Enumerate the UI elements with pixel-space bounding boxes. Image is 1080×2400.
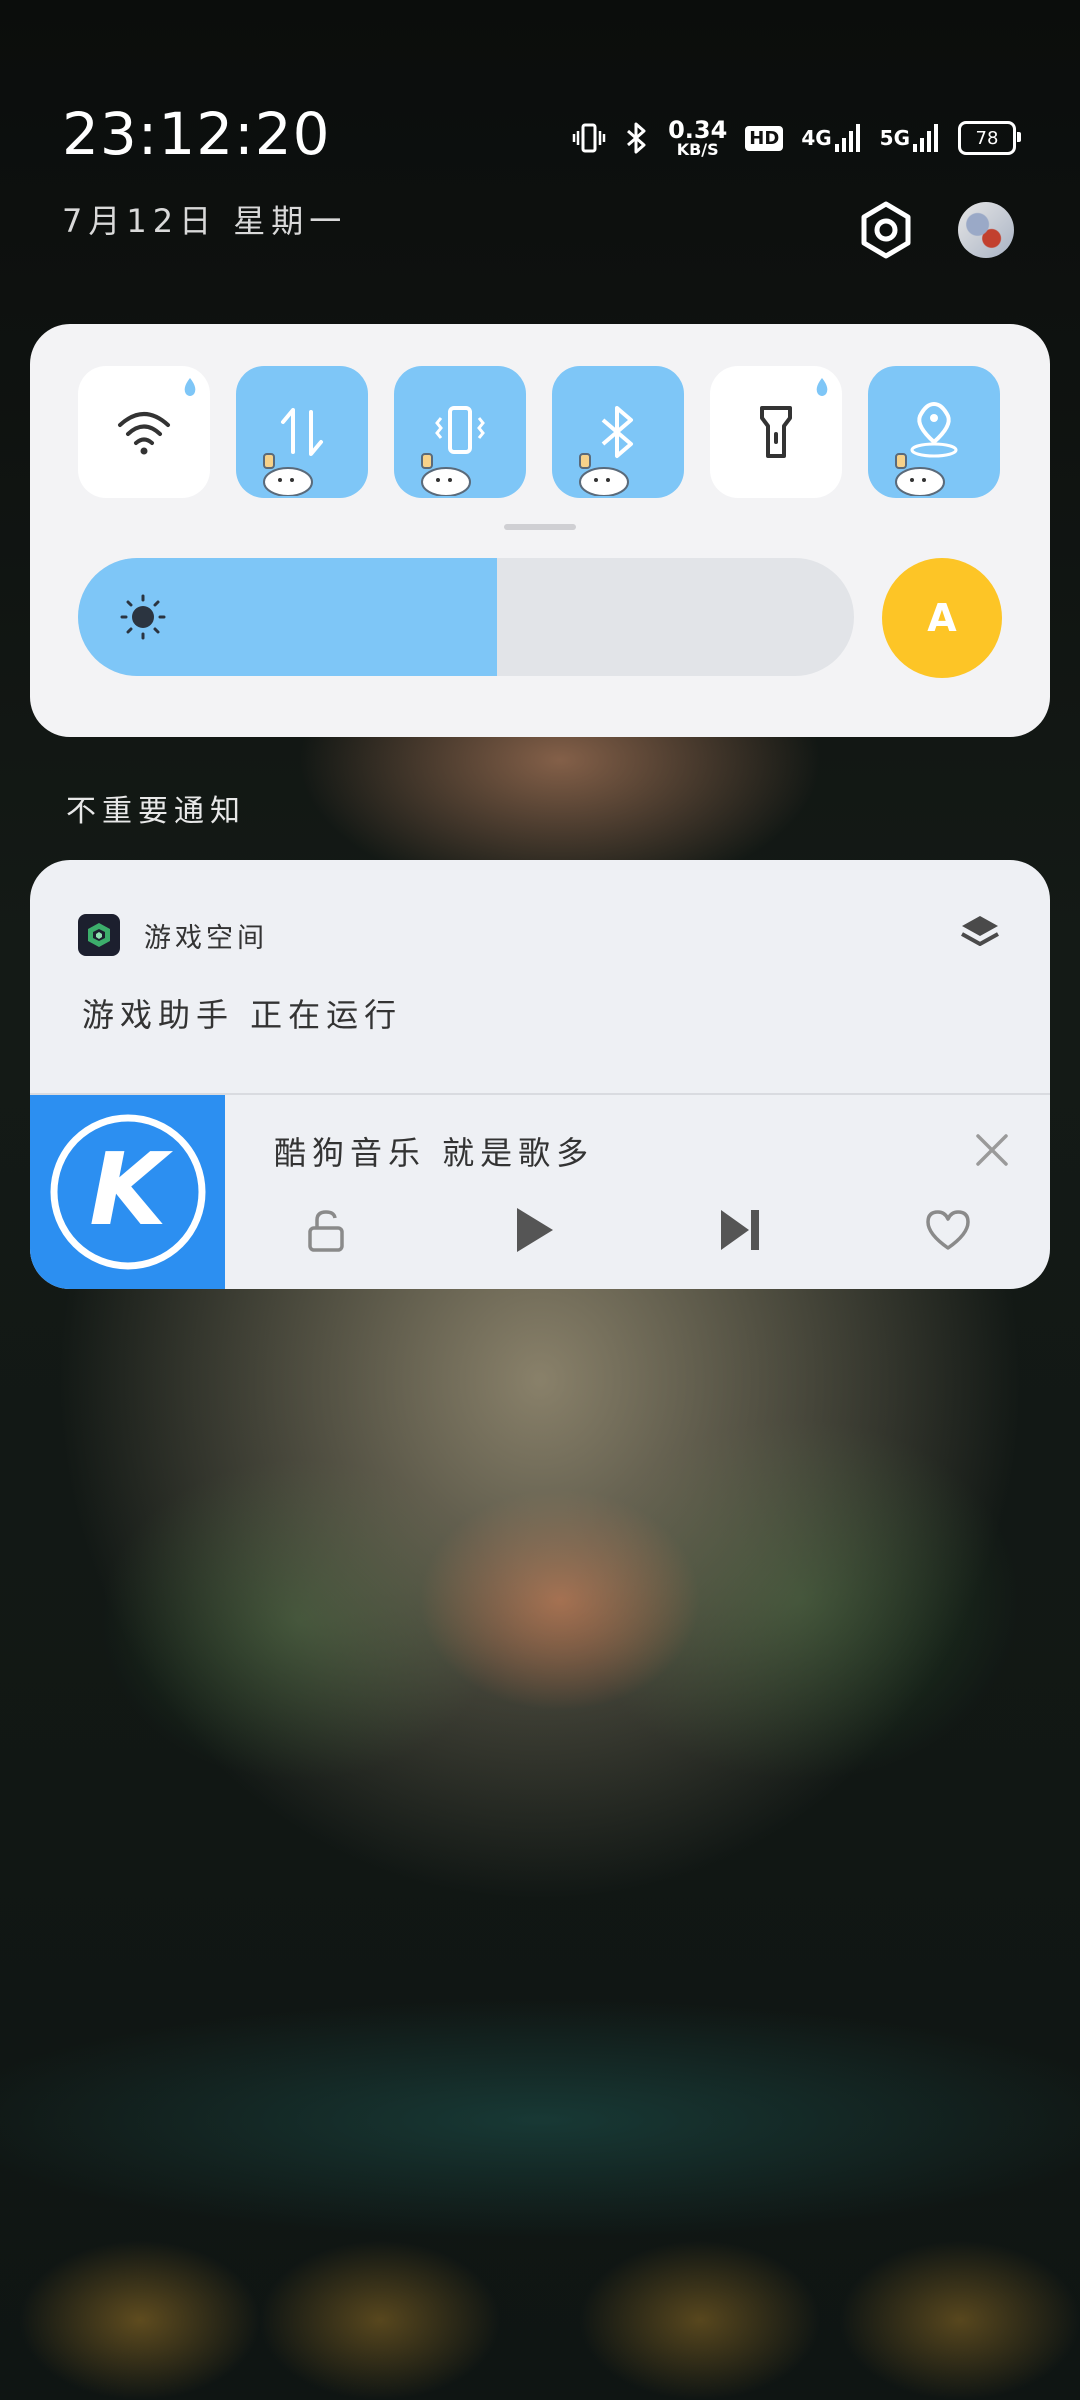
wifi-icon (118, 412, 170, 455)
sim1-network-label: 4G (801, 126, 832, 150)
sim2-signal: 5G (880, 122, 940, 154)
tile-flashlight[interactable] (710, 366, 842, 498)
water-drop-icon (184, 378, 196, 396)
net-speed-value: 0.34 (668, 116, 728, 144)
section-title: 不重要通知 (66, 794, 246, 829)
kugou-logo-letter: K (89, 1131, 173, 1248)
notification-app-name: 游戏空间 (144, 923, 268, 954)
unlock-icon[interactable] (296, 1200, 356, 1260)
status-icons: 0.34 KB/S HD 4G 5G 78 (572, 112, 1021, 164)
signal-bars-icon (913, 124, 938, 152)
signal-bars-icon (834, 124, 860, 152)
kugou-logo-icon: K (50, 1114, 205, 1270)
cat-decoration-icon (579, 453, 629, 496)
brightness-sun-icon (120, 594, 166, 640)
cat-decoration-icon (895, 453, 945, 496)
sim1-signal: 4G (801, 122, 861, 154)
vibrate-status-icon (572, 121, 606, 155)
tile-location[interactable] (868, 366, 1000, 498)
tile-vibrate[interactable] (394, 366, 526, 498)
notification-card[interactable]: 游戏空间 游戏助手 正在运行 K 酷狗音乐 就是歌多 (30, 860, 1050, 1289)
battery-indicator: 78 (958, 121, 1021, 155)
hd-badge: HD (745, 125, 784, 151)
flashlight-icon (760, 406, 792, 458)
net-speed-unit: KB/S (676, 140, 719, 159)
sim2-network-label: 5G (879, 126, 910, 150)
brightness-slider[interactable] (78, 558, 854, 676)
user-avatar[interactable] (958, 202, 1014, 258)
battery-level: 78 (975, 127, 999, 149)
tile-bluetooth[interactable] (552, 366, 684, 498)
clock: 23:12:20 (62, 100, 331, 168)
bluetooth-status-icon (624, 121, 650, 155)
game-space-app-icon (78, 914, 120, 956)
auto-brightness-button[interactable]: A (882, 558, 1002, 678)
tile-mobile-data[interactable] (236, 366, 368, 498)
next-track-icon[interactable] (711, 1200, 771, 1260)
heart-icon[interactable] (918, 1200, 978, 1260)
settings-gear-icon[interactable] (856, 200, 916, 260)
cat-decoration-icon (421, 453, 471, 496)
net-speed: 0.34 KB/S (668, 118, 727, 158)
quick-settings-panel: A (30, 324, 1050, 737)
close-icon[interactable] (972, 1130, 1012, 1170)
play-icon[interactable] (503, 1200, 563, 1260)
panel-drag-handle[interactable] (504, 524, 576, 530)
layers-icon[interactable] (958, 912, 1002, 956)
kugou-album-cover[interactable]: K (30, 1095, 225, 1289)
notification-message: 游戏助手 正在运行 (82, 996, 403, 1034)
water-drop-icon (816, 378, 828, 396)
cat-decoration-icon (263, 453, 313, 496)
date-label: 7月12日 星期一 (62, 202, 348, 240)
tile-wifi[interactable] (78, 366, 210, 498)
music-title: 酷狗音乐 就是歌多 (274, 1134, 595, 1172)
